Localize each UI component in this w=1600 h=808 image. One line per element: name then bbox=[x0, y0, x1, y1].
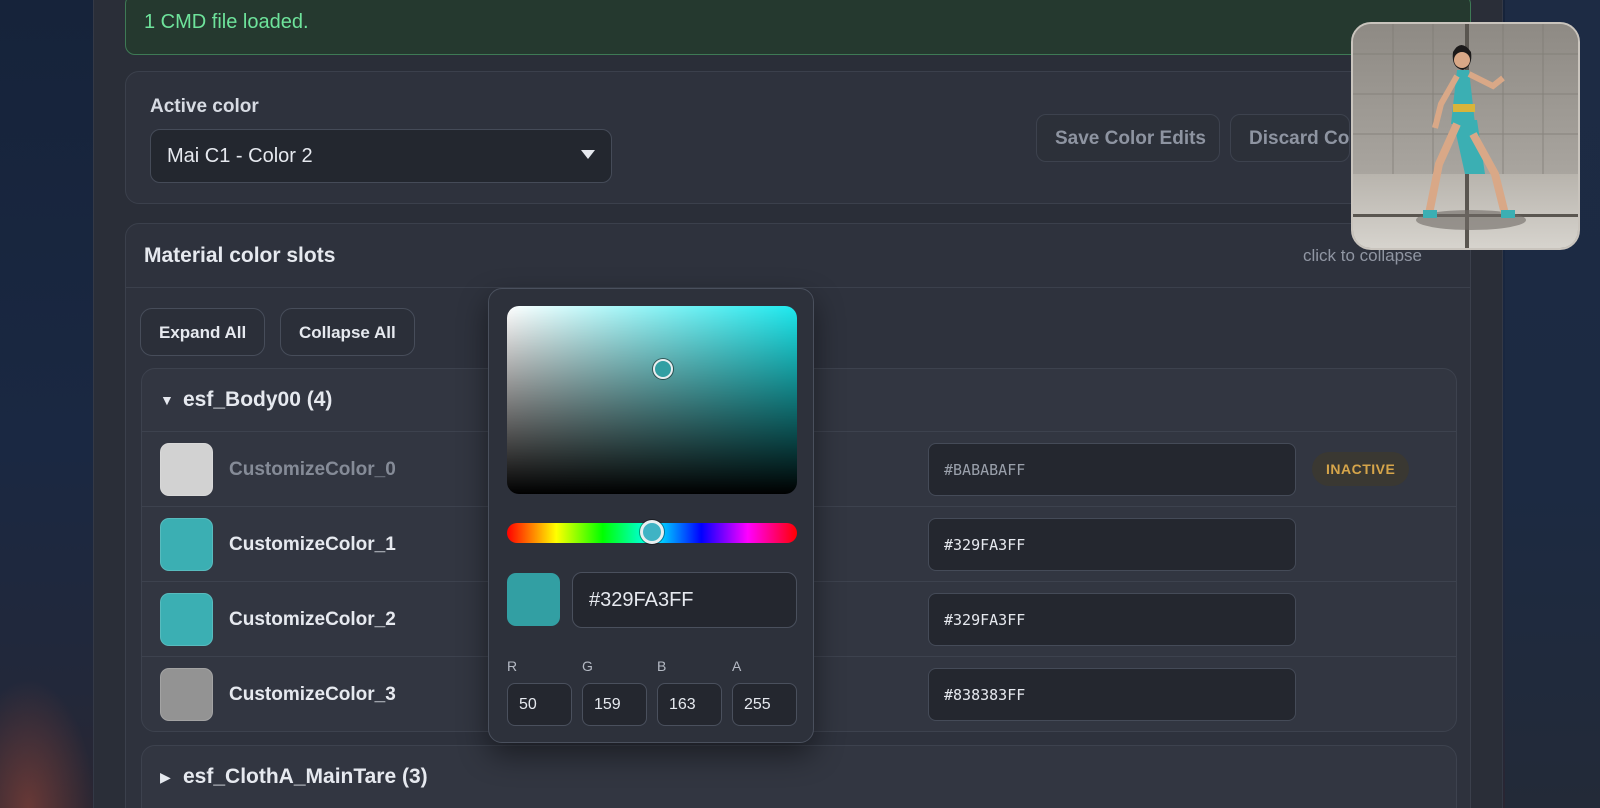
active-color-card: Active color Mai C1 - Color 2 Save Color… bbox=[125, 71, 1471, 204]
caret-right-icon: ▶ bbox=[160, 769, 171, 785]
material-slots-header[interactable]: Material color slots click to collapse bbox=[126, 224, 1470, 288]
active-color-select[interactable]: Mai C1 - Color 2 bbox=[150, 129, 612, 183]
channel-label-r: R bbox=[507, 658, 518, 674]
color-swatch[interactable] bbox=[160, 518, 213, 571]
hex-input[interactable]: #838383FF bbox=[928, 668, 1296, 721]
group-header-clotha[interactable]: ▶ esf_ClothA_MainTare (3) bbox=[142, 746, 1456, 808]
color-swatch[interactable] bbox=[160, 668, 213, 721]
saturation-cursor[interactable] bbox=[653, 359, 673, 379]
hex-input[interactable]: #329FA3FF bbox=[928, 518, 1296, 571]
expand-all-button[interactable]: Expand All bbox=[140, 308, 266, 356]
material-group-clotha: ▶ esf_ClothA_MainTare (3) bbox=[141, 745, 1457, 808]
channel-label-a: A bbox=[732, 658, 742, 674]
color-swatch[interactable] bbox=[160, 443, 213, 496]
active-color-label: Active color bbox=[150, 96, 259, 117]
picker-hex-input[interactable]: #329FA3FF bbox=[572, 572, 797, 628]
character-preview-svg bbox=[1353, 24, 1578, 248]
channel-label-g: G bbox=[582, 658, 593, 674]
status-banner-text: 1 CMD file loaded. bbox=[144, 11, 309, 33]
slot-name: CustomizeColor_2 bbox=[229, 609, 396, 630]
status-banner: 1 CMD file loaded. bbox=[125, 0, 1471, 55]
character-preview-image bbox=[1351, 22, 1580, 250]
channel-label-b: B bbox=[657, 658, 667, 674]
background-glow-left bbox=[0, 678, 95, 808]
save-color-edits-button[interactable]: Save Color Edits bbox=[1036, 114, 1220, 162]
picker-preview-swatch bbox=[507, 573, 560, 626]
channel-input-a[interactable]: 255 bbox=[732, 683, 797, 726]
channel-input-g[interactable]: 159 bbox=[582, 683, 647, 726]
color-picker-popover: #329FA3FF R G B A 50 159 163 255 bbox=[488, 288, 814, 743]
group-title: esf_ClothA_MainTare (3) bbox=[183, 765, 428, 788]
chevron-down-icon bbox=[581, 150, 595, 159]
active-color-value: Mai C1 - Color 2 bbox=[167, 145, 313, 167]
material-slots-title: Material color slots bbox=[144, 244, 336, 267]
hex-input[interactable]: #BABABAFF bbox=[928, 443, 1296, 496]
discard-color-edits-button[interactable]: Discard Color Edits bbox=[1230, 114, 1350, 162]
channel-input-r[interactable]: 50 bbox=[507, 683, 572, 726]
saturation-value-area[interactable] bbox=[507, 306, 797, 494]
caret-down-icon: ▼ bbox=[160, 392, 174, 408]
slot-name: CustomizeColor_0 bbox=[229, 459, 396, 480]
inactive-badge: INACTIVE bbox=[1312, 452, 1410, 486]
hue-slider[interactable] bbox=[507, 520, 797, 544]
hue-thumb[interactable] bbox=[640, 520, 664, 544]
hex-input[interactable]: #329FA3FF bbox=[928, 593, 1296, 646]
slot-name: CustomizeColor_3 bbox=[229, 684, 396, 705]
group-title: esf_Body00 (4) bbox=[183, 388, 333, 411]
collapse-all-button[interactable]: Collapse All bbox=[280, 308, 415, 356]
color-swatch[interactable] bbox=[160, 593, 213, 646]
slot-name: CustomizeColor_1 bbox=[229, 534, 396, 555]
save-color-edits-label: Save Color Edits bbox=[1055, 128, 1206, 149]
channel-input-b[interactable]: 163 bbox=[657, 683, 722, 726]
discard-color-edits-label: Discard Color Edits bbox=[1249, 128, 1350, 149]
